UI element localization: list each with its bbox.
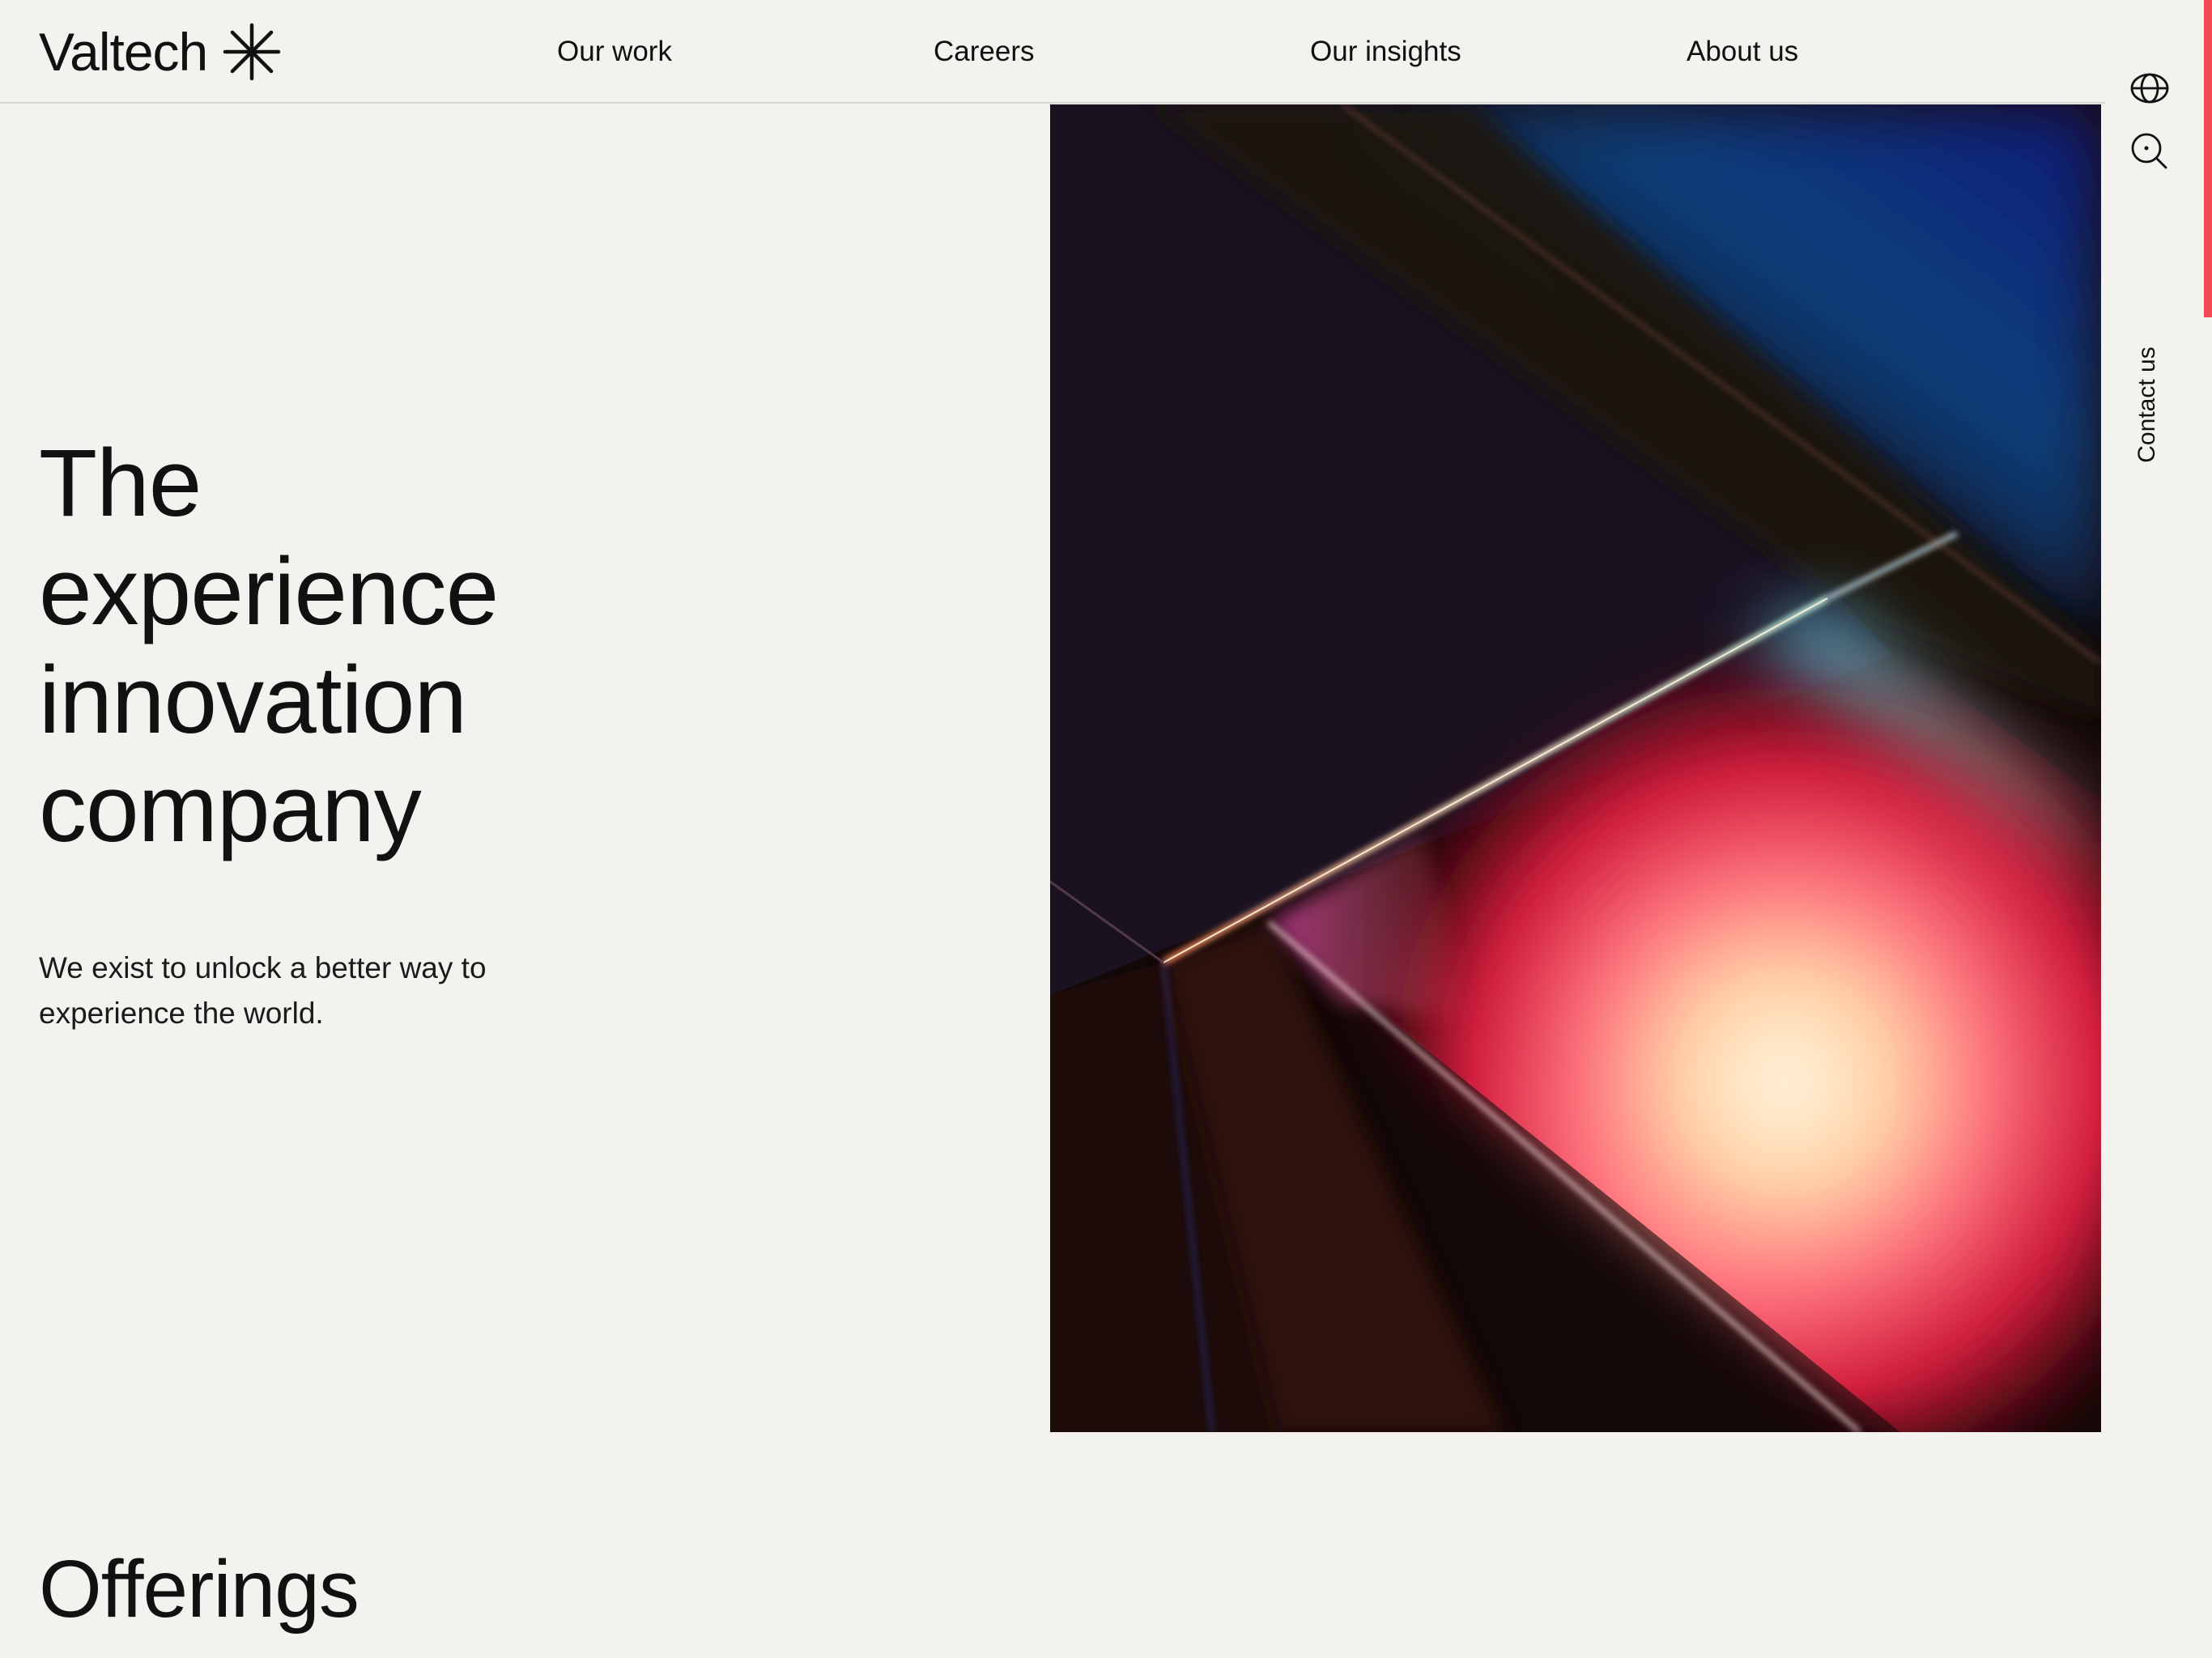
hero-subtitle: We exist to unlock a better way to exper… <box>39 951 487 1030</box>
hero-title-line: experience <box>39 538 499 645</box>
search-icon[interactable] <box>2129 131 2170 172</box>
scroll-progress-indicator <box>2204 0 2212 317</box>
contact-us-label: Contact us <box>2133 346 2160 463</box>
nav-about-us[interactable]: About us <box>1687 36 1798 68</box>
nav-careers[interactable]: Careers <box>934 36 1034 68</box>
site-header: Valtech Our work Careers Our insights Ab… <box>0 0 2105 104</box>
brand-name: Valtech <box>39 22 208 82</box>
hero-title-line: The <box>39 430 202 537</box>
hero-title-line: innovation <box>39 647 467 754</box>
asterisk-logo-icon <box>223 23 281 81</box>
right-rail: Contact us <box>2105 0 2212 1658</box>
hero-title-line: company <box>39 755 422 862</box>
hero-prism-image <box>1050 104 2101 1432</box>
hero-title: The experience innovation company <box>39 429 929 863</box>
contact-us-link[interactable]: Contact us <box>2131 340 2163 470</box>
nav-our-insights[interactable]: Our insights <box>1310 36 1461 68</box>
globe-icon[interactable] <box>2129 68 2170 108</box>
nav-our-work[interactable]: Our work <box>557 36 672 68</box>
valtech-logo[interactable]: Valtech <box>39 18 282 86</box>
offerings-heading: Offerings <box>39 1544 359 1635</box>
